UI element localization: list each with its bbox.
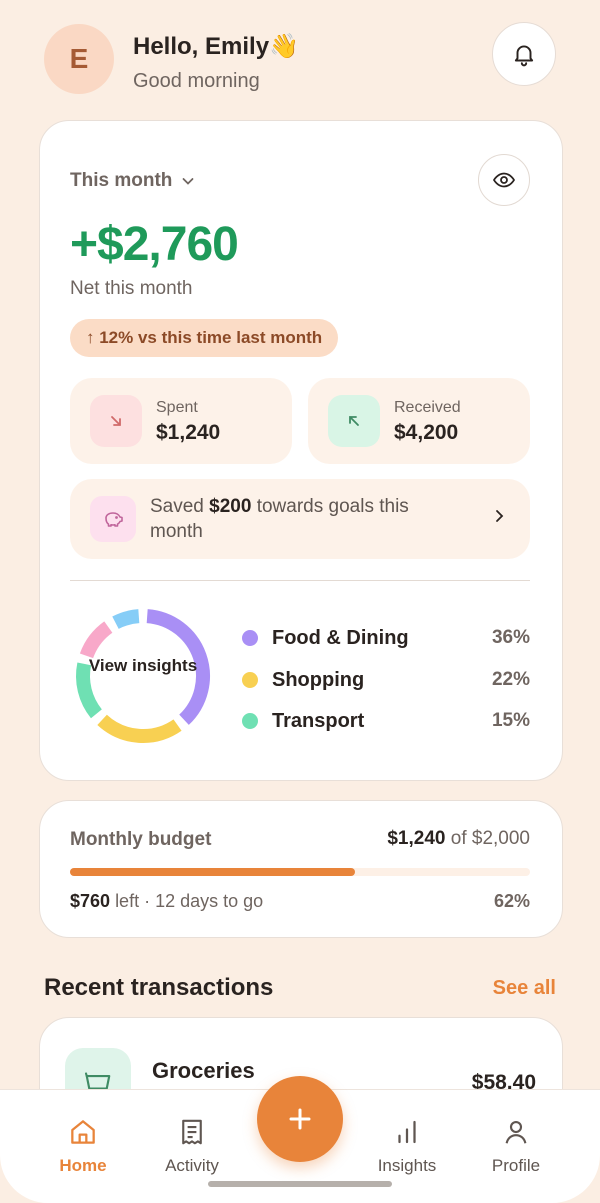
bell-icon: [514, 45, 534, 67]
nav-activity[interactable]: Activity: [147, 1114, 237, 1176]
budget-amount: $1,240 of $2,000: [387, 828, 530, 849]
plus-icon: [289, 1108, 311, 1130]
spent-value: $1,240: [156, 421, 221, 444]
legend-label: Transport: [272, 709, 365, 732]
budget-remaining: $760 left · 12 days to go: [70, 891, 264, 911]
legend-item[interactable]: Food & Dining 36%: [242, 623, 530, 653]
section-title: Recent transactions: [44, 974, 274, 1001]
nav-profile[interactable]: Profile: [471, 1114, 561, 1176]
nav-home[interactable]: Home: [38, 1114, 128, 1176]
received-label: Received: [394, 399, 461, 416]
profile-icon: [505, 1120, 527, 1144]
period-label: This month: [70, 170, 173, 191]
legend-item[interactable]: Transport 15%: [242, 706, 530, 736]
arrow-up-left-icon: [349, 416, 359, 426]
legend-dot: [242, 672, 258, 688]
chevron-down-icon: [182, 178, 194, 185]
avatar[interactable]: E: [44, 24, 114, 94]
piggy-bank-icon: [105, 512, 123, 527]
toggle-visibility-button[interactable]: [478, 154, 530, 206]
net-amount: +$2,760: [70, 218, 239, 271]
see-all-link[interactable]: See all: [493, 977, 556, 1000]
bar-chart-icon: [398, 1120, 416, 1144]
donut-segment: [97, 714, 182, 743]
home-icon: [71, 1120, 95, 1144]
savings-goal-row[interactable]: Saved $200 towards goals this month: [70, 479, 530, 559]
add-transaction-button[interactable]: [257, 1076, 343, 1162]
eye-icon: [492, 172, 516, 188]
home-indicator: [208, 1181, 392, 1187]
net-label: Net this month: [70, 278, 193, 299]
view-insights-link[interactable]: View insights: [70, 655, 216, 677]
legend-item[interactable]: Shopping 22%: [242, 665, 530, 695]
legend-label: Food & Dining: [272, 626, 409, 649]
chevron-right-icon: [496, 510, 504, 522]
greeting-subtitle: Good morning: [133, 70, 260, 92]
arrow-down-right-icon: [111, 416, 121, 426]
budget-progress-fill: [70, 868, 356, 876]
divider: [70, 580, 530, 581]
receipt-icon: [182, 1119, 202, 1145]
legend-percent: 36%: [491, 627, 530, 648]
received-value: $4,200: [394, 421, 459, 444]
received-tile[interactable]: Received $4,200: [308, 378, 530, 464]
legend-percent: 22%: [491, 669, 530, 690]
header: E Hello, Emily👋 Good morning: [44, 22, 556, 94]
donut-segment: [79, 621, 113, 659]
greeting: Hello, Emily👋: [133, 33, 299, 60]
legend-label: Shopping: [272, 668, 365, 691]
budget-card[interactable]: Monthly budget $1,240 of $2,000 $760 lef…: [39, 800, 563, 938]
legend-dot: [242, 630, 258, 646]
legend-percent: 15%: [491, 710, 530, 731]
budget-progress-bar: [70, 868, 530, 876]
notifications-button[interactable]: [492, 22, 556, 86]
nav-insights[interactable]: Insights: [362, 1114, 452, 1176]
savings-text: Saved $200 towards goals this month: [150, 496, 409, 542]
spent-label: Spent: [156, 399, 198, 416]
budget-percent: 62%: [493, 891, 530, 911]
transaction-name: Groceries: [152, 1058, 255, 1083]
legend-dot: [242, 713, 258, 729]
period-selector[interactable]: This month: [70, 170, 196, 192]
trend-badge: ↑ 12% vs this time last month: [70, 319, 339, 357]
budget-title: Monthly budget: [70, 829, 212, 850]
summary-card: This month +$2,760 Net this month ↑ 12% …: [39, 120, 563, 781]
donut-segment: [112, 609, 140, 630]
spent-tile[interactable]: Spent $1,240: [70, 378, 292, 464]
